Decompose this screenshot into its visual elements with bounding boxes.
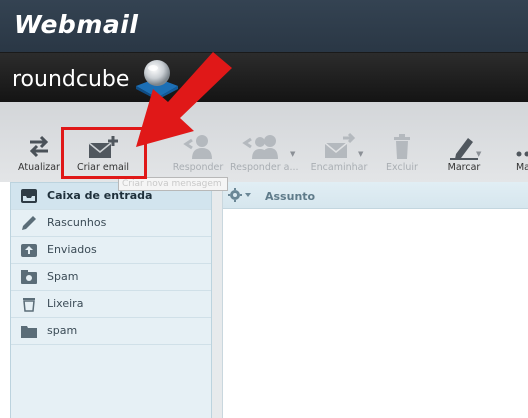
sent-icon xyxy=(21,244,37,257)
list-options-gear-icon[interactable] xyxy=(228,188,254,202)
roundcube-logo: roundcube xyxy=(12,67,130,92)
reply-all-button[interactable]: Responder a... xyxy=(230,132,299,178)
refresh-icon xyxy=(29,135,49,158)
more-icon xyxy=(516,151,528,157)
reply-all-icon xyxy=(242,135,278,159)
pencil-icon xyxy=(22,216,36,230)
forward-dropdown-icon[interactable]: ▼ xyxy=(358,150,363,158)
column-subject[interactable]: Assunto xyxy=(265,190,315,203)
folder-spam[interactable]: Spam xyxy=(11,264,211,291)
roundcube-ball-icon xyxy=(136,60,178,100)
delete-button[interactable]: Excluir xyxy=(380,132,424,178)
message-list: Assunto xyxy=(222,182,528,418)
trash-icon xyxy=(23,298,35,312)
message-list-header: Assunto xyxy=(223,182,528,209)
reply-icon xyxy=(183,135,212,159)
folder-drafts[interactable]: Rascunhos xyxy=(11,210,211,237)
folder-icon xyxy=(21,326,37,338)
folder-spam-custom[interactable]: spam xyxy=(11,318,211,345)
more-button[interactable]: Ma xyxy=(508,132,528,178)
trash-icon xyxy=(394,134,410,159)
webmail-logo: Webmail xyxy=(14,10,139,39)
reply-button[interactable]: Responder xyxy=(168,132,228,178)
forward-icon xyxy=(324,132,356,158)
panel-splitter[interactable] xyxy=(212,182,222,418)
spam-icon xyxy=(21,270,37,284)
roundcube-header: roundcube xyxy=(0,52,528,102)
inbox-icon xyxy=(21,189,37,203)
compose-tooltip: Criar nova mensagem xyxy=(118,177,228,191)
compose-button[interactable]: Criar email xyxy=(72,132,134,178)
mark-dropdown-icon[interactable]: ▼ xyxy=(476,150,481,158)
folder-trash[interactable]: Lixeira xyxy=(11,291,211,318)
compose-icon xyxy=(88,136,118,158)
toolbar: Atualizar Criar email Responder Responde… xyxy=(0,102,528,182)
webmail-header: Webmail xyxy=(0,0,528,52)
reply-all-dropdown-icon[interactable]: ▼ xyxy=(290,150,295,158)
folder-list: Caixa de entrada Rascunhos Enviados Spam… xyxy=(10,182,212,418)
folder-sent[interactable]: Enviados xyxy=(11,237,211,264)
refresh-button[interactable]: Atualizar xyxy=(14,132,64,178)
